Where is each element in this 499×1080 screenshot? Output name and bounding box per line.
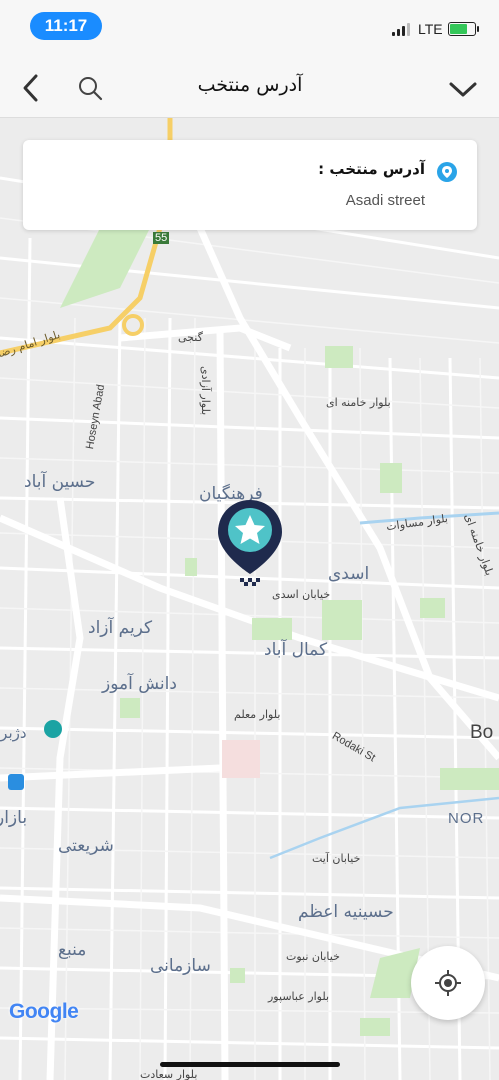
map-label-azadi: بلوار آزادی bbox=[199, 366, 212, 416]
signal-icon bbox=[392, 22, 410, 36]
map-label-nabovat: خیابان نبوت bbox=[286, 950, 340, 963]
map-label-ayat: خیابان آیت bbox=[312, 852, 361, 865]
google-wordmark: Google bbox=[9, 1000, 79, 1023]
map-label-nort: NOR bbox=[448, 810, 485, 827]
map-canvas bbox=[0, 118, 499, 1080]
map-label-asadi-st: خیابان اسدی bbox=[272, 588, 331, 601]
selected-address-card[interactable]: آدرس منتخب : Asadi street bbox=[23, 140, 477, 230]
app-header: آدرس منتخب bbox=[0, 58, 499, 118]
road-55-shield: 55 bbox=[153, 232, 170, 244]
address-card-title: آدرس منتخب : bbox=[318, 160, 425, 178]
google-logo: Google bbox=[9, 1000, 79, 1024]
map-label-manba: منبع bbox=[58, 940, 87, 960]
my-location-button[interactable] bbox=[411, 946, 485, 1020]
page-title: آدرس منتخب bbox=[197, 74, 303, 96]
my-location-icon bbox=[435, 970, 461, 996]
address-card-value: Asadi street bbox=[345, 192, 425, 209]
museum-poi-icon bbox=[44, 720, 62, 738]
status-bar: 11:17 LTE bbox=[0, 0, 499, 58]
star-marker-icon[interactable] bbox=[216, 498, 284, 588]
search-button[interactable] bbox=[72, 70, 108, 106]
chevron-down-icon bbox=[449, 82, 477, 97]
map-label-karim-azad: کریم آزاد bbox=[88, 618, 153, 638]
map-label-ganji: گنجی bbox=[178, 331, 203, 344]
map-label-kamal-abad: کمال آباد bbox=[264, 640, 328, 660]
map-label-danesh-amooz: دانش آموز bbox=[102, 674, 177, 694]
map-label-khameneh: بلوار خامنه ای bbox=[326, 396, 391, 409]
collapse-button[interactable] bbox=[444, 72, 482, 106]
map-label-abbaspour: بلوار عباسپور bbox=[268, 990, 330, 1003]
home-indicator[interactable] bbox=[160, 1062, 340, 1067]
map-view[interactable]: 55 گنجی بلوار امام رضا Hoseyn Abad بلوار… bbox=[0, 118, 499, 1080]
map-label-hoseynieh: حسینیه اعظم bbox=[298, 902, 394, 922]
location-pin-icon bbox=[437, 162, 457, 182]
status-time: 11:17 bbox=[30, 12, 102, 40]
chevron-left-icon bbox=[23, 74, 38, 102]
map-label-hoseyn-abad: حسین آباد bbox=[24, 472, 96, 492]
back-button[interactable] bbox=[14, 70, 48, 106]
map-label-asadi: اسدی bbox=[328, 564, 370, 584]
search-icon bbox=[79, 77, 103, 101]
network-label: LTE bbox=[418, 21, 443, 37]
map-label-saadat: بلوار سعادت bbox=[140, 1068, 198, 1080]
battery-icon bbox=[448, 22, 479, 36]
bus-stop-icon bbox=[8, 774, 24, 790]
map-label-bazar: بازار bbox=[0, 808, 28, 828]
map-label-sazmani: سازمانی bbox=[150, 956, 211, 976]
map-label-shariati: شریعتی bbox=[58, 836, 114, 856]
map-label-bo: Bo bbox=[470, 722, 494, 743]
map-label-moallem: بلوار معلم bbox=[234, 708, 281, 721]
map-label-dezh-bara: دژبرا bbox=[0, 724, 27, 742]
